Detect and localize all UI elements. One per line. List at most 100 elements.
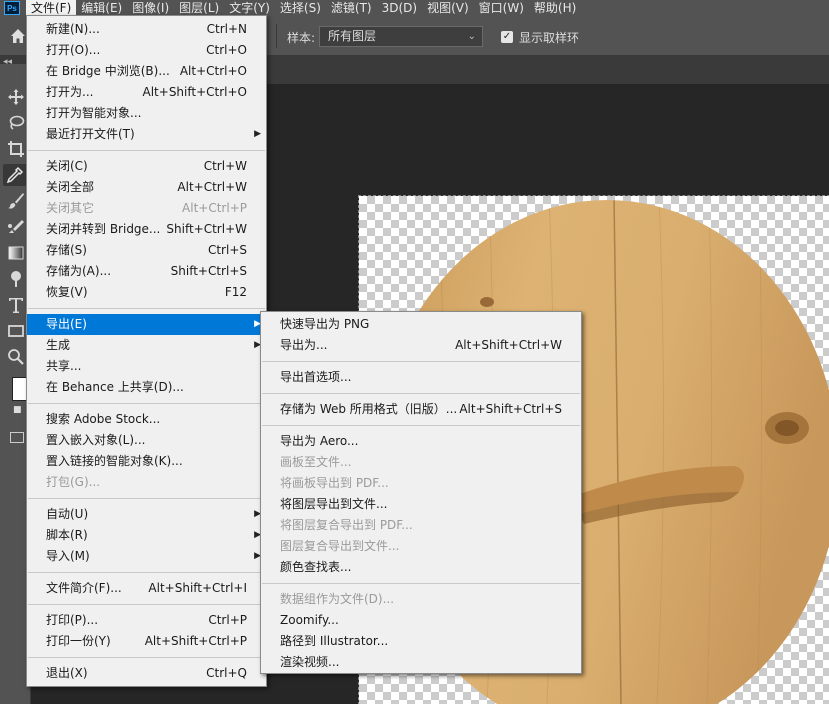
brush-tool-icon[interactable] <box>7 192 25 210</box>
menu-separator <box>262 425 580 426</box>
zoom-tool-icon[interactable] <box>7 348 25 366</box>
menubar-item[interactable]: 选择(S) <box>275 0 326 16</box>
menubar-item[interactable]: 编辑(E) <box>76 0 127 16</box>
menu-item-label: 搜索 Adobe Stock... <box>46 412 161 426</box>
menu-item-label: 在 Behance 上共享(D)... <box>46 380 184 394</box>
home-icon[interactable] <box>10 28 26 44</box>
quick-mask-icon[interactable] <box>10 432 24 443</box>
menu-item[interactable]: 打印一份(Y) Alt+Shift+Ctrl+P <box>27 631 266 652</box>
menu-item[interactable]: 渲染视频... <box>261 652 581 673</box>
menu-item[interactable]: 搜索 Adobe Stock... <box>27 409 266 430</box>
menu-item[interactable]: 颜色查找表... <box>261 557 581 578</box>
menu-item-shortcut: Alt+Shift+Ctrl+P <box>144 634 247 648</box>
menu-item-shortcut: Ctrl+O <box>206 43 247 57</box>
menubar-item[interactable]: 图层(L) <box>174 0 224 16</box>
menu-item[interactable]: 生成 ▶ <box>27 335 266 356</box>
menu-item[interactable]: 路径到 Illustrator... <box>261 631 581 652</box>
collapse-panel-icon[interactable]: ◂◂ <box>3 57 12 67</box>
menu-item[interactable]: 关闭并转到 Bridge... Shift+Ctrl+W <box>27 219 266 240</box>
menu-item-label: 置入嵌入对象(L)... <box>46 433 146 447</box>
menu-item[interactable]: 置入链接的智能对象(K)... <box>27 451 266 472</box>
menu-item-label: 打印(P)... <box>46 613 99 627</box>
menu-item: 数据组作为文件(D)... <box>261 589 581 610</box>
menu-item[interactable]: 自动(U) ▶ <box>27 504 266 525</box>
menu-item-label: 图层复合导出到文件... <box>280 539 400 553</box>
menu-item[interactable]: 导出首选项... <box>261 367 581 388</box>
menu-item[interactable]: 在 Bridge 中浏览(B)... Alt+Ctrl+O <box>27 61 266 82</box>
menu-item[interactable]: 文件简介(F)... Alt+Shift+Ctrl+I <box>27 578 266 599</box>
menubar-item[interactable]: 文件(F) <box>26 0 77 16</box>
menubar-item[interactable]: 图像(I) <box>127 0 174 16</box>
sample-select[interactable]: 所有图层 ⌄ <box>319 26 483 47</box>
menu-item[interactable]: 导入(M) ▶ <box>27 546 266 567</box>
menu-item-label: 画板至文件... <box>280 455 352 469</box>
menu-item-shortcut: Ctrl+N <box>206 22 247 36</box>
menubar-item[interactable]: 文字(Y) <box>224 0 275 16</box>
foreground-color-swatch[interactable] <box>12 377 27 401</box>
file-menu-dropdown: 新建(N)... Ctrl+N 打开(O)... Ctrl+O 在 Bridge 中浏览… <box>26 15 267 687</box>
menu-item-label: 最近打开文件(T) <box>46 127 135 141</box>
menu-item[interactable]: 关闭全部 Alt+Ctrl+W <box>27 177 266 198</box>
menu-item[interactable]: 导出为... Alt+Shift+Ctrl+W <box>261 335 581 356</box>
menu-item[interactable]: 导出为 Aero... <box>261 431 581 452</box>
menu-item-shortcut: Ctrl+S <box>207 243 247 257</box>
menu-item[interactable]: 存储为(A)... Shift+Ctrl+S <box>27 261 266 282</box>
menu-item[interactable]: 关闭(C) Ctrl+W <box>27 156 266 177</box>
menu-item[interactable]: 新建(N)... Ctrl+N <box>27 19 266 40</box>
menu-item[interactable]: 打开为... Alt+Shift+Ctrl+O <box>27 82 266 103</box>
menu-item-label: 打印一份(Y) <box>46 634 111 648</box>
menu-item: 将图层复合导出到 PDF... <box>261 515 581 536</box>
menu-item-label: Zoomify... <box>280 613 339 627</box>
menu-separator <box>28 498 265 499</box>
eyedropper-tool-icon[interactable] <box>3 164 27 186</box>
menu-bar: Ps 文件(F) 编辑(E) 图像(I) 图层(L) 文字(Y) 选择(S) 滤镜(T) 3D… <box>0 0 829 16</box>
menu-item[interactable]: 打开为智能对象... <box>27 103 266 124</box>
menu-item[interactable]: 脚本(R) ▶ <box>27 525 266 546</box>
swap-colors-icon[interactable]: ■ <box>13 405 22 415</box>
menu-item[interactable]: 在 Behance 上共享(D)... <box>27 377 266 398</box>
menu-item[interactable]: 快速导出为 PNG <box>261 314 581 335</box>
menubar-item[interactable]: 滤镜(T) <box>326 0 377 16</box>
menubar-item[interactable]: 窗口(W) <box>474 0 529 16</box>
menu-item[interactable]: 存储为 Web 所用格式（旧版）... Alt+Shift+Ctrl+S <box>261 399 581 420</box>
menu-item[interactable]: 导出(E) ▶ <box>27 314 266 335</box>
menu-item[interactable]: 打印(P)... Ctrl+P <box>27 610 266 631</box>
menu-item[interactable]: 最近打开文件(T) ▶ <box>27 124 266 145</box>
menubar-item[interactable]: 3D(D) <box>377 0 422 16</box>
gradient-tool-icon[interactable] <box>7 244 25 262</box>
menu-item-label: 打包(G)... <box>46 475 101 489</box>
show-sampling-ring-checkbox[interactable]: ✓ <box>501 31 513 43</box>
menubar-item[interactable]: 帮助(H) <box>529 0 581 16</box>
menubar-item[interactable]: 视图(V) <box>422 0 474 16</box>
menu-item-label: 打开(O)... <box>46 43 101 57</box>
rectangle-tool-icon[interactable] <box>7 322 25 340</box>
menu-item-label: 打开为智能对象... <box>46 106 142 120</box>
dodge-tool-icon[interactable] <box>7 270 25 288</box>
menu-item[interactable]: 共享... <box>27 356 266 377</box>
chevron-down-icon: ⌄ <box>467 31 476 42</box>
menu-item: 图层复合导出到文件... <box>261 536 581 557</box>
type-tool-icon[interactable] <box>7 296 25 314</box>
crop-tool-icon[interactable] <box>7 140 25 158</box>
menu-item-shortcut: Shift+Ctrl+S <box>170 264 247 278</box>
menu-separator <box>28 308 265 309</box>
menu-item[interactable]: Zoomify... <box>261 610 581 631</box>
menu-item-label: 数据组作为文件(D)... <box>280 592 395 606</box>
menu-item[interactable]: 将图层导出到文件... <box>261 494 581 515</box>
menu-item-shortcut: Ctrl+W <box>203 159 247 173</box>
menu-item[interactable]: 存储(S) Ctrl+S <box>27 240 266 261</box>
clone-stamp-tool-icon[interactable] <box>7 218 25 236</box>
move-tool-icon[interactable] <box>7 88 25 106</box>
menu-separator <box>28 657 265 658</box>
menu-item-label: 导出(E) <box>46 317 87 331</box>
lasso-tool-icon[interactable] <box>7 114 25 132</box>
menu-item-shortcut: Alt+Shift+Ctrl+O <box>142 85 247 99</box>
menu-item[interactable]: 退出(X) Ctrl+Q <box>27 663 266 684</box>
menu-item[interactable]: 打开(O)... Ctrl+O <box>27 40 266 61</box>
menu-item-label: 恢复(V) <box>46 285 88 299</box>
menu-separator <box>28 604 265 605</box>
menu-item[interactable]: 恢复(V) F12 <box>27 282 266 303</box>
menu-item[interactable]: 置入嵌入对象(L)... <box>27 430 266 451</box>
menu-item-label: 快速导出为 PNG <box>280 317 370 331</box>
menu-separator <box>262 361 580 362</box>
